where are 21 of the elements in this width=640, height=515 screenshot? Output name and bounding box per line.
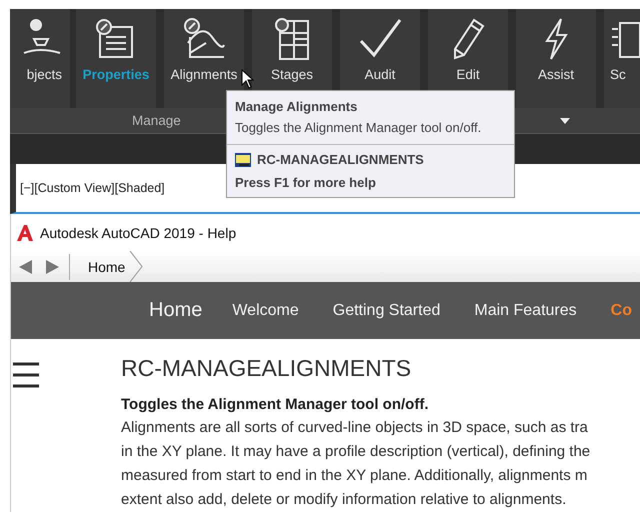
breadcrumb-link[interactable]: Home <box>84 258 130 274</box>
ribbon-button[interactable]: Assist <box>516 9 596 108</box>
page-heading: RC-MANAGEALIGNMENTS <box>121 355 412 382</box>
body-text-line: measured from start to end in the XY plane. Additionally, alignments m <box>121 466 588 486</box>
panel-label: Manage <box>132 113 181 128</box>
nav-link[interactable]: Getting Started <box>322 302 450 320</box>
summary-text: Toggles the Alignment Manager tool on/off. <box>121 395 430 415</box>
command-name: RC-MANAGEALIGNMENTS <box>257 152 424 167</box>
ribbon-button[interactable]: bjects <box>10 9 70 108</box>
body-text-line: Alignments are all sorts of curved-line objects in 3D space, such as tra <box>121 418 589 438</box>
ribbon-button[interactable]: Properties <box>76 9 156 108</box>
help-hint: Press F1 for more help <box>234 174 377 192</box>
body-text-line: extent also add, delete or modify information relative to alignments. <box>121 490 568 510</box>
viewport-label[interactable]: [−][Custom View][Shaded] <box>20 181 165 195</box>
nav-link[interactable]: Home <box>139 299 212 322</box>
nav-link[interactable]: Welcome <box>222 302 309 320</box>
nav-link[interactable]: Main Features <box>464 302 587 320</box>
window-title: Autodesk AutoCAD 2019 - Help <box>40 224 236 240</box>
body-text-line: in the XY plane. It may have a profile description (vertical), defining the <box>121 442 590 462</box>
tooltip-description: Toggles the Alignment Manager tool on/off. <box>227 114 514 145</box>
ribbon-button[interactable]: Sc <box>604 9 640 108</box>
